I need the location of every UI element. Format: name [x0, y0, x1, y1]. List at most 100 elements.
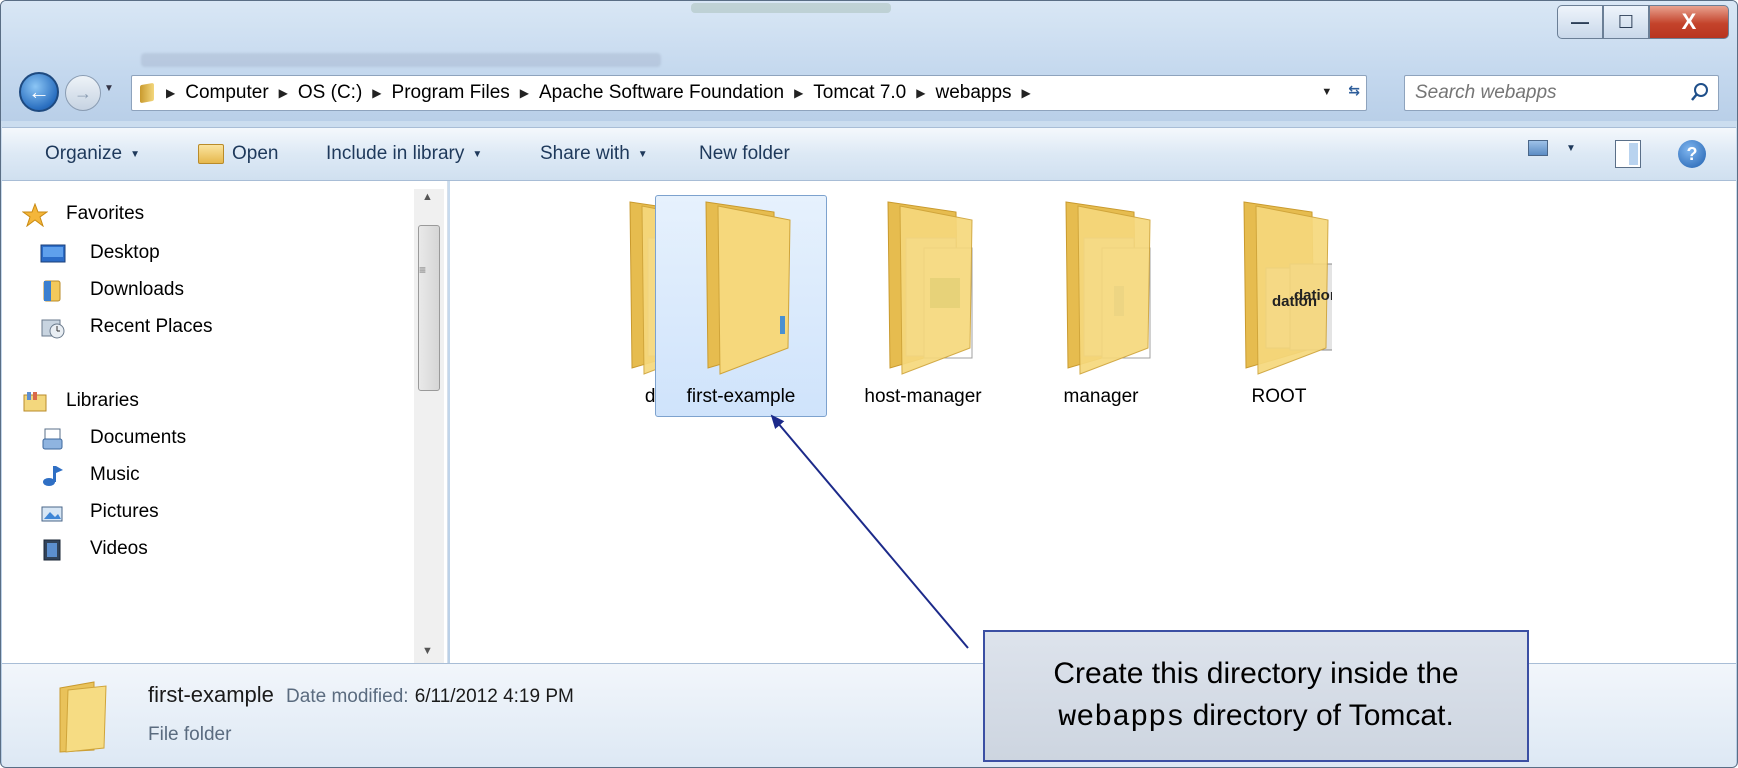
pictures-icon	[41, 506, 63, 522]
details-date-label: Date modified:	[286, 686, 409, 707]
folder-icon	[887, 201, 973, 375]
folder-item[interactable]: host-manager	[837, 195, 1009, 417]
share-with-label: Share with	[540, 143, 630, 164]
preview-pane-button[interactable]	[1615, 140, 1641, 168]
ghost-menu-reflection	[141, 53, 661, 67]
folder-icon	[140, 82, 154, 104]
address-history-dropdown-icon[interactable]: ▼	[1321, 86, 1332, 99]
breadcrumb-program-files[interactable]: Program Files	[392, 82, 510, 104]
folder-icon	[1065, 201, 1151, 375]
sidebar-item-desktop[interactable]: Desktop	[90, 242, 160, 264]
search-input[interactable]	[1405, 76, 1665, 110]
callout-code: webapps	[1058, 701, 1185, 735]
ghost-title-reflection	[691, 3, 891, 13]
sidebar-item-videos[interactable]: Videos	[90, 538, 148, 560]
window-controls: — ☐ X	[1557, 5, 1729, 39]
sidebar-item-downloads[interactable]: Downloads	[90, 279, 184, 301]
libraries-icon	[23, 392, 47, 412]
open-folder-icon	[198, 144, 224, 164]
scroll-down-icon[interactable]: ▼	[422, 645, 433, 657]
breadcrumb: ▶ Computer ▶ OS (C:) ▶ Program Files ▶ A…	[162, 82, 1041, 104]
documents-icon	[42, 428, 63, 450]
callout-line-2: webapps directory of Tomcat.	[1058, 695, 1454, 739]
minimize-button[interactable]: —	[1557, 5, 1603, 39]
recent-places-icon	[41, 319, 65, 339]
breadcrumb-tomcat[interactable]: Tomcat 7.0	[813, 82, 906, 104]
organize-label: Organize	[45, 143, 123, 164]
details-file-name: first-example	[148, 682, 274, 707]
folder-item[interactable]: dationdation ROOT	[1193, 195, 1365, 417]
downloads-icon	[43, 280, 61, 302]
folder-icon	[59, 681, 107, 753]
breadcrumb-separator-icon[interactable]: ▶	[1022, 86, 1031, 100]
desktop-icon	[40, 244, 66, 263]
help-button[interactable]: ?	[1678, 140, 1706, 168]
help-icon: ?	[1678, 140, 1706, 168]
breadcrumb-apache-software-foundation[interactable]: Apache Software Foundation	[539, 82, 784, 104]
scroll-grip-icon: ≡	[419, 263, 427, 277]
folder-icon	[705, 201, 791, 375]
callout-line-1: Create this directory inside the	[1053, 657, 1459, 690]
details-date-value: 6/11/2012 4:19 PM	[414, 686, 574, 707]
title-bar: — ☐ X ← → ▼ ▶ Computer ▶ OS (C:) ▶ Progr…	[1, 1, 1737, 121]
folder-item[interactable]: first-example	[655, 195, 827, 417]
callout-line-2-text: directory of Tomcat.	[1184, 699, 1454, 732]
search-box[interactable]	[1404, 75, 1719, 111]
forward-button[interactable]: →	[65, 75, 101, 111]
chevron-down-icon: ▼	[1566, 142, 1576, 154]
chevron-down-icon: ▼	[130, 148, 141, 160]
folder-item[interactable]: manager	[1015, 195, 1187, 417]
back-button[interactable]: ←	[19, 72, 59, 112]
music-icon	[43, 466, 63, 486]
maximize-button[interactable]: ☐	[1603, 5, 1649, 39]
breadcrumb-separator-icon[interactable]: ▶	[279, 86, 288, 100]
folder-label: host-manager	[864, 386, 982, 407]
scroll-thumb[interactable]	[418, 225, 440, 391]
folder-label: manager	[1063, 386, 1139, 407]
file-list: docsfirst-examplehost-managermanagerdati…	[450, 181, 1736, 663]
breadcrumb-separator-icon[interactable]: ▶	[916, 86, 925, 100]
sidebar-item-recent-places[interactable]: Recent Places	[90, 316, 213, 338]
videos-icon	[43, 539, 61, 561]
address-bar[interactable]: ▶ Computer ▶ OS (C:) ▶ Program Files ▶ A…	[131, 75, 1367, 111]
sidebar-item-libraries[interactable]: Libraries	[66, 390, 139, 412]
refresh-icon[interactable]: ⇆	[1348, 82, 1360, 99]
organize-button[interactable]: Organize ▼	[45, 143, 140, 165]
sidebar-item-pictures[interactable]: Pictures	[90, 501, 159, 523]
breadcrumb-computer[interactable]: Computer	[185, 82, 268, 104]
breadcrumb-separator-icon[interactable]: ▶	[794, 86, 803, 100]
preview-pane-icon	[1615, 140, 1641, 168]
address-tools: ▼ ⇆	[1321, 82, 1360, 99]
annotation-callout: Create this directory inside the webapps…	[983, 630, 1529, 762]
new-folder-label: New folder	[699, 143, 790, 164]
breadcrumb-separator-icon[interactable]: ▶	[520, 86, 529, 100]
star-icon	[22, 203, 48, 227]
sidebar-item-documents[interactable]: Documents	[90, 427, 186, 449]
recent-pages-dropdown-icon[interactable]: ▼	[104, 83, 114, 94]
open-label: Open	[232, 143, 279, 164]
navigation-scrollbar[interactable]: ▲ ≡ ▼	[414, 189, 444, 663]
breadcrumb-separator-icon[interactable]: ▶	[372, 86, 381, 100]
scroll-up-icon[interactable]: ▲	[422, 191, 433, 203]
command-bar: Organize ▼ Open Include in library ▼ Sha…	[2, 127, 1736, 181]
breadcrumb-os-c[interactable]: OS (C:)	[298, 82, 362, 104]
share-with-button[interactable]: Share with ▼	[540, 143, 648, 165]
sidebar-item-music[interactable]: Music	[90, 464, 140, 486]
include-in-library-label: Include in library	[326, 143, 465, 164]
folder-icon: dationdation	[1243, 201, 1332, 375]
search-icon[interactable]	[1690, 82, 1710, 102]
breadcrumb-webapps[interactable]: webapps	[935, 82, 1011, 104]
details-file-type: File folder	[148, 724, 232, 745]
folder-label: ROOT	[1251, 386, 1307, 407]
close-button[interactable]: X	[1649, 5, 1729, 39]
sidebar-item-favorites[interactable]: Favorites	[66, 203, 144, 225]
breadcrumb-separator-icon[interactable]: ▶	[166, 86, 175, 100]
folder-label: first-example	[686, 386, 796, 407]
root-preview-text: dation	[1294, 287, 1332, 304]
open-button[interactable]: Open	[198, 143, 278, 165]
chevron-down-icon: ▼	[637, 148, 648, 160]
navigation-pane: Favorites Desktop Downloads Recent Place…	[2, 181, 448, 663]
include-in-library-button[interactable]: Include in library ▼	[326, 143, 482, 165]
change-view-button[interactable]: ▼	[1528, 140, 1576, 156]
new-folder-button[interactable]: New folder	[699, 143, 790, 165]
